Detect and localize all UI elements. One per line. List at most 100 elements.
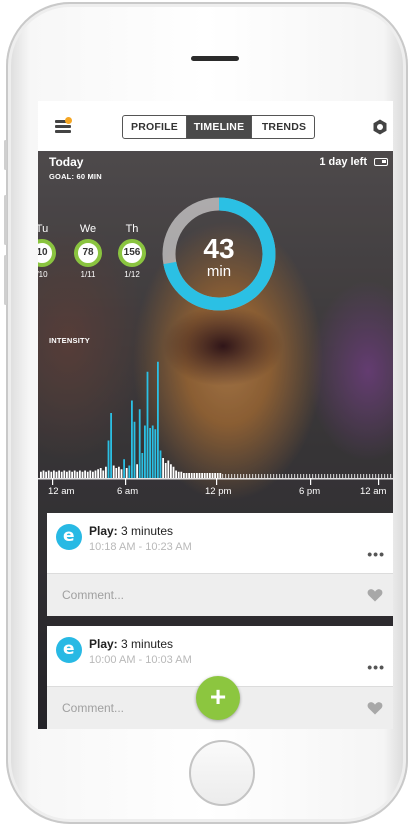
chart-bar [177,471,180,478]
day-ring: 10 [38,239,56,267]
day-ring: 156 [118,239,146,267]
chart-bar [45,471,47,478]
chart-bar [60,471,63,478]
chart-tick [246,474,248,478]
chart-bar [136,464,138,478]
chart-tick [267,474,269,478]
chart-bar [131,400,133,478]
home-button[interactable] [189,740,255,806]
day-ring: 78 [74,239,102,267]
chart-tick [378,474,380,478]
chart-tick [291,474,293,478]
chart-tick [333,474,335,478]
more-dots-icon[interactable]: ••• [367,659,385,675]
x-tick-label: 6 pm [299,486,321,497]
tab-timeline[interactable]: TIMELINE [187,116,252,138]
chart-tick [279,474,281,478]
chart-bar [120,469,123,478]
app-screen: PROFILE TIMELINE TRENDS Today GOAL: 60 M… [38,101,393,729]
chart-tick [375,474,377,478]
chart-bar [79,470,81,478]
chart-tick [384,474,386,478]
chart-bar [162,458,164,478]
chart-tick [372,474,374,478]
chart-tick [231,474,233,478]
chart-tick [357,474,359,478]
chart-bar [110,413,112,478]
day-item-tu[interactable]: Tu 10 /10 [38,223,64,279]
hamburger-menu-icon[interactable] [55,117,73,134]
chart-bar [193,473,196,478]
chart-bar [185,473,188,478]
chart-bar [188,473,190,478]
chart-bar [125,468,128,478]
day-item-we[interactable]: We 78 1/11 [66,223,110,279]
chart-tick [282,474,284,478]
hexagon-settings-icon[interactable] [372,119,388,135]
chart-bar [157,361,159,478]
chart-tick [381,474,383,478]
tab-trends[interactable]: TRENDS [252,116,314,138]
chart-tick [312,474,314,478]
day-item-th[interactable]: Th 156 1/12 [110,223,154,279]
top-nav-bar: PROFILE TIMELINE TRENDS [38,101,393,151]
chart-tick [261,474,263,478]
chart-bar [159,450,162,478]
chart-tick [309,474,311,478]
volume-down-button [4,255,7,305]
chart-bar [154,429,157,478]
chart-bar [144,425,146,478]
chart-x-axis: 12 am 6 am 12 pm 6 pm 12 am [38,486,393,500]
chart-bar [128,465,131,478]
chart-tick [222,474,224,478]
chart-bar [151,425,154,478]
more-dots-icon[interactable]: ••• [367,546,385,562]
chart-bar [63,470,66,478]
chart-bar [94,470,97,478]
chart-tick [252,474,254,478]
chart-bar [81,471,84,478]
chart-bar [118,466,120,478]
battery-icon [374,158,388,166]
chart-bar [123,459,125,478]
chart-tick [327,474,329,478]
mute-switch [4,140,7,170]
chart-bar [180,471,183,478]
volume-up-button [4,195,7,245]
chart-bar [183,473,185,478]
chart-bar [40,471,42,478]
chart-tick [363,474,365,478]
heart-icon[interactable] [367,588,383,602]
heart-icon[interactable] [367,701,383,715]
chart-bar [164,463,167,478]
day-label: Today [49,155,84,169]
chart-bar [55,471,58,478]
goal-progress-value: 43 [203,233,235,264]
comment-input[interactable]: Comment... [62,701,124,715]
comment-input[interactable]: Comment... [62,588,124,602]
chart-tick [315,474,317,478]
goal-progress-unit: min [206,263,232,280]
chart-tick [351,474,353,478]
chart-tick [240,474,242,478]
x-tick-label: 6 am [117,486,139,497]
activity-time: 10:00 AM - 10:03 AM [89,654,192,666]
chart-tick [360,474,362,478]
chart-major-tick [216,478,218,485]
chart-bar [50,471,53,478]
activity-card[interactable]: e Play: 3 minutes 10:18 AM - 10:23 AM ••… [47,513,393,573]
chart-tick [345,474,347,478]
chart-bar [105,466,107,478]
tab-profile[interactable]: PROFILE [123,116,187,138]
chart-tick [342,474,344,478]
chart-bar [99,468,102,478]
activity-title: Play: 3 minutes [89,637,174,651]
add-activity-button[interactable]: + [196,676,240,720]
intensity-chart [38,361,393,485]
chart-bar [58,470,60,478]
chart-tick [339,474,341,478]
chart-tick [369,474,371,478]
chart-bar [149,428,151,478]
chart-tick [387,474,389,478]
chart-major-tick [125,478,127,485]
